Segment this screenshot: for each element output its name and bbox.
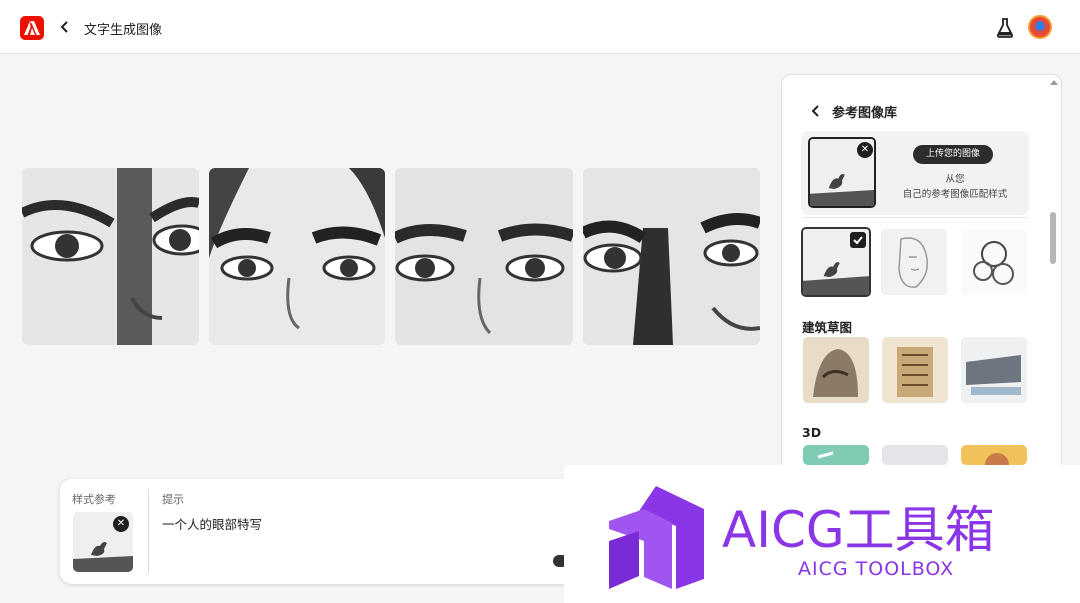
upload-image-button[interactable]: 上传您的图像 <box>913 145 993 164</box>
upload-hint-line1: 从您 <box>945 174 965 185</box>
section-label-architecture: 建筑草图 <box>802 320 853 335</box>
checkmark-icon <box>850 232 866 248</box>
reference-thumbnail-3d-2[interactable] <box>882 445 948 465</box>
panel-scrollbar[interactable] <box>1050 212 1056 264</box>
scroll-up-arrow-icon[interactable] <box>1050 80 1058 85</box>
watermark-title: AICG工具箱 <box>722 501 995 559</box>
flask-icon[interactable] <box>996 18 1014 38</box>
adobe-logo-icon[interactable] <box>20 16 44 40</box>
section-label-3d: 3D <box>802 425 822 440</box>
reference-thumbnail-architecture-2[interactable] <box>882 337 948 403</box>
generated-image-4[interactable] <box>583 168 760 345</box>
page-title: 文字生成图像 <box>84 23 163 38</box>
reference-thumbnail-3d-1[interactable] <box>803 445 869 465</box>
reference-thumbnail-3d-3[interactable] <box>961 445 1027 465</box>
watermark-subtitle: AICG TOOLBOX <box>798 558 955 580</box>
generated-image-1[interactable] <box>22 168 199 345</box>
app-header: 文字生成图像 <box>0 0 1080 54</box>
divider <box>148 489 149 574</box>
reference-thumbnail-architecture-1[interactable] <box>803 337 869 403</box>
reference-thumbnail-floral-sketch[interactable] <box>961 229 1027 295</box>
watermark: AICG工具箱 AICG TOOLBOX <box>564 465 1080 603</box>
divider <box>802 217 1028 218</box>
reference-thumbnail-architecture-3[interactable] <box>961 337 1027 403</box>
panel-title: 参考图像库 <box>832 106 898 121</box>
style-reference-label: 样式参考 <box>72 493 116 506</box>
reference-thumbnail-face-sketch[interactable] <box>881 229 947 295</box>
remove-icon[interactable]: ✕ <box>857 142 873 158</box>
prompt-input[interactable]: 一个人的眼部特写 <box>162 514 262 533</box>
chevron-left-icon[interactable] <box>810 103 822 117</box>
chevron-left-icon[interactable] <box>58 19 72 35</box>
reference-library-panel: 参考图像库 ✕ 上传您的图像 从您 自己的参考图像匹配样式 建筑草图 3D <box>781 74 1062 494</box>
generated-image-2[interactable] <box>209 168 385 345</box>
upload-hint-line2: 自己的参考图像匹配样式 <box>902 189 1008 200</box>
generated-image-3[interactable] <box>395 168 573 345</box>
prompt-label: 提示 <box>162 493 184 506</box>
avatar[interactable] <box>1028 15 1052 39</box>
aicg-toolbox-logo-icon <box>609 486 704 589</box>
upload-reference-card: ✕ 上传您的图像 从您 自己的参考图像匹配样式 <box>801 131 1029 215</box>
remove-style-reference-icon[interactable]: ✕ <box>113 516 129 532</box>
